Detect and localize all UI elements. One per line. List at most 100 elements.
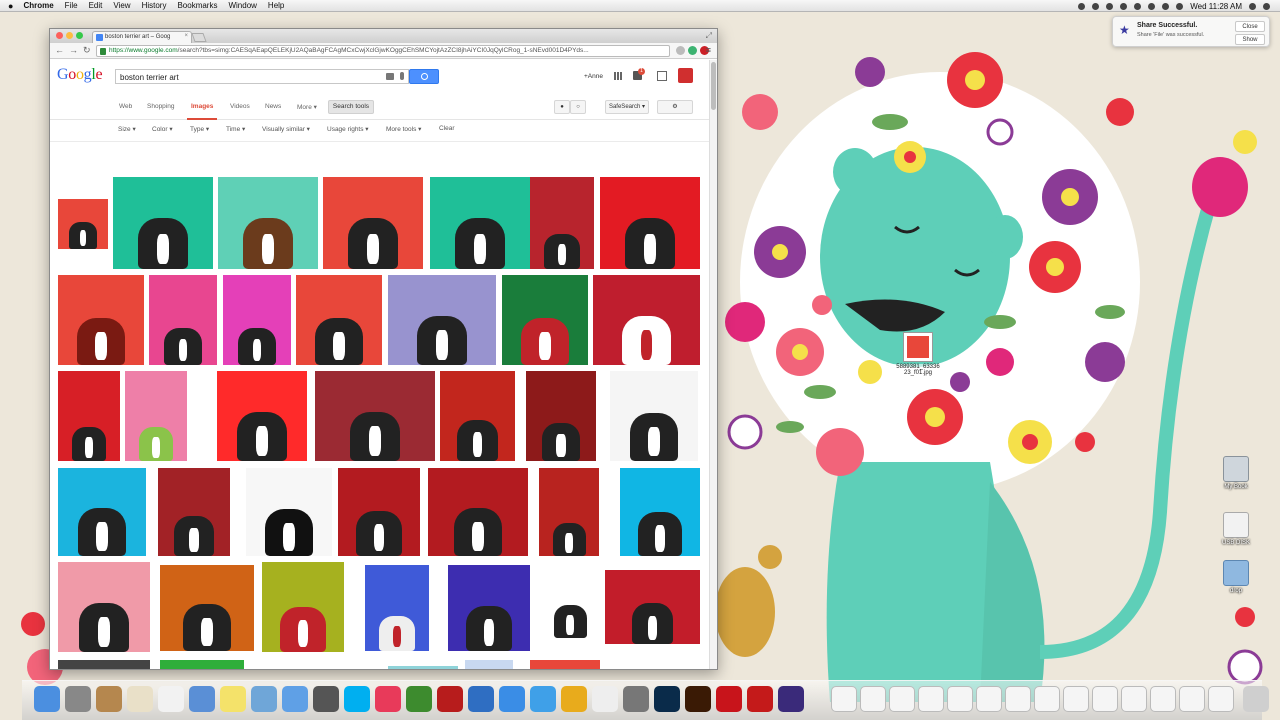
desktop-icon-my-book[interactable]: My Book xyxy=(1216,456,1256,490)
image-result-thumbnail[interactable] xyxy=(149,275,217,365)
tab-images[interactable]: Images xyxy=(191,103,213,110)
minimized-window-thumbnail[interactable] xyxy=(860,686,886,712)
preview-icon[interactable] xyxy=(251,686,277,712)
address-bar[interactable]: https://www.google.com/search?tbs=simg:C… xyxy=(96,45,670,57)
launchpad-icon[interactable] xyxy=(65,686,91,712)
image-result-thumbnail[interactable] xyxy=(125,371,187,461)
menu-file[interactable]: File xyxy=(65,1,78,10)
reload-icon[interactable]: ↻ xyxy=(83,45,91,56)
image-result-thumbnail[interactable] xyxy=(448,565,530,651)
minimized-window-thumbnail[interactable] xyxy=(831,686,857,712)
menu-bookmarks[interactable]: Bookmarks xyxy=(177,1,217,10)
menu-edit[interactable]: Edit xyxy=(89,1,103,10)
image-result-thumbnail[interactable] xyxy=(315,371,435,461)
settings-gear-icon[interactable]: ⚙ xyxy=(657,100,693,114)
chrome-icon[interactable] xyxy=(561,686,587,712)
browser-tab[interactable]: boston terrier art – Goog × xyxy=(92,31,192,43)
image-result-thumbnail[interactable] xyxy=(262,562,344,652)
image-result-thumbnail[interactable] xyxy=(296,275,382,365)
menu-history[interactable]: History xyxy=(142,1,167,10)
sync-icon[interactable] xyxy=(1092,2,1100,10)
image-result-thumbnail[interactable] xyxy=(465,660,513,669)
minimize-window-icon[interactable] xyxy=(66,32,73,39)
close-window-icon[interactable] xyxy=(56,32,63,39)
minimized-window-thumbnail[interactable] xyxy=(1179,686,1205,712)
minimized-window-thumbnail[interactable] xyxy=(976,686,1002,712)
image-result-thumbnail[interactable] xyxy=(58,468,146,556)
menu-window[interactable]: Window xyxy=(228,1,256,10)
tab-close-icon[interactable]: × xyxy=(184,33,188,39)
image-result-thumbnail[interactable] xyxy=(502,275,588,365)
global-results-icon[interactable]: ○ xyxy=(570,100,586,114)
system-prefs-icon[interactable] xyxy=(623,686,649,712)
address-book-icon[interactable] xyxy=(127,686,153,712)
image-result-thumbnail[interactable] xyxy=(302,669,372,670)
filter-visually-similar[interactable]: Visually similar ▾ xyxy=(262,125,310,133)
image-result-thumbnail[interactable] xyxy=(323,177,423,269)
tab-web[interactable]: Web xyxy=(119,103,132,110)
filter-more-tools[interactable]: More tools ▾ xyxy=(386,125,421,133)
back-icon[interactable]: ← xyxy=(55,45,64,55)
filter-size[interactable]: Size ▾ xyxy=(118,125,136,133)
image-result-thumbnail[interactable] xyxy=(246,468,332,556)
menubar-clock[interactable]: Wed 11:28 AM xyxy=(1190,2,1242,11)
calendar-icon[interactable] xyxy=(158,686,184,712)
filter-time[interactable]: Time ▾ xyxy=(226,125,245,133)
filter-color[interactable]: Color ▾ xyxy=(152,125,173,133)
minimized-window-thumbnail[interactable] xyxy=(1063,686,1089,712)
google-logo[interactable]: Google xyxy=(57,66,103,84)
image-result-thumbnail[interactable] xyxy=(58,199,108,249)
search-button[interactable] xyxy=(409,69,439,84)
image-result-thumbnail[interactable] xyxy=(217,371,307,461)
image-result-thumbnail[interactable] xyxy=(365,565,429,651)
menu-help[interactable]: Help xyxy=(268,1,284,10)
tab-more[interactable]: More ▾ xyxy=(297,103,317,111)
forward-icon[interactable]: → xyxy=(69,45,78,55)
mail-icon[interactable] xyxy=(189,686,215,712)
new-tab-button[interactable] xyxy=(191,33,207,42)
image-result-thumbnail[interactable] xyxy=(223,275,291,365)
extension-icon[interactable] xyxy=(688,46,697,55)
image-result-thumbnail[interactable] xyxy=(58,275,144,365)
image-result-thumbnail[interactable] xyxy=(526,371,596,461)
notification-show-button[interactable]: Show xyxy=(1235,34,1265,45)
image-result-thumbnail[interactable] xyxy=(593,275,700,365)
zoom-window-icon[interactable] xyxy=(76,32,83,39)
minimized-window-thumbnail[interactable] xyxy=(1005,686,1031,712)
image-result-thumbnail[interactable] xyxy=(160,660,244,669)
user-profile-link[interactable]: +Anne xyxy=(584,73,603,80)
image-result-thumbnail[interactable] xyxy=(605,570,700,644)
tab-videos[interactable]: Videos xyxy=(230,103,250,110)
photo-booth-icon[interactable] xyxy=(437,686,463,712)
itunes-icon[interactable] xyxy=(375,686,401,712)
image-result-thumbnail[interactable] xyxy=(620,468,700,556)
filter-usage-rights[interactable]: Usage rights ▾ xyxy=(327,125,369,133)
image-result-thumbnail[interactable] xyxy=(613,669,699,670)
photoshop-icon[interactable] xyxy=(654,686,680,712)
facetime-icon[interactable] xyxy=(313,686,339,712)
stickies-icon[interactable] xyxy=(220,686,246,712)
bookmark-star-icon[interactable] xyxy=(676,46,685,55)
acrobat-icon[interactable] xyxy=(747,686,773,712)
filter-type[interactable]: Type ▾ xyxy=(190,125,209,133)
minimized-window-thumbnail[interactable] xyxy=(918,686,944,712)
trash-icon[interactable] xyxy=(1243,686,1269,712)
messages-icon[interactable] xyxy=(282,686,308,712)
notification-close-button[interactable]: Close xyxy=(1235,21,1265,32)
image-result-thumbnail[interactable] xyxy=(338,468,420,556)
safesearch-button[interactable]: SafeSearch ▾ xyxy=(605,100,649,114)
image-result-thumbnail[interactable] xyxy=(610,371,698,461)
safari-icon[interactable] xyxy=(530,686,556,712)
menu-view[interactable]: View xyxy=(113,1,130,10)
volume-icon[interactable] xyxy=(1162,2,1170,10)
image-result-thumbnail[interactable] xyxy=(58,371,120,461)
contacts-icon[interactable] xyxy=(96,686,122,712)
notification-center-icon[interactable] xyxy=(1263,2,1270,10)
desktop-icon-usb-disk[interactable]: USB DISK xyxy=(1216,512,1256,546)
skype-icon[interactable] xyxy=(344,686,370,712)
minimized-window-thumbnail[interactable] xyxy=(889,686,915,712)
image-result-thumbnail[interactable] xyxy=(428,468,528,556)
battery-icon[interactable] xyxy=(1176,2,1184,10)
dropbox-icon[interactable] xyxy=(1106,2,1114,10)
image-result-thumbnail[interactable] xyxy=(388,666,458,669)
